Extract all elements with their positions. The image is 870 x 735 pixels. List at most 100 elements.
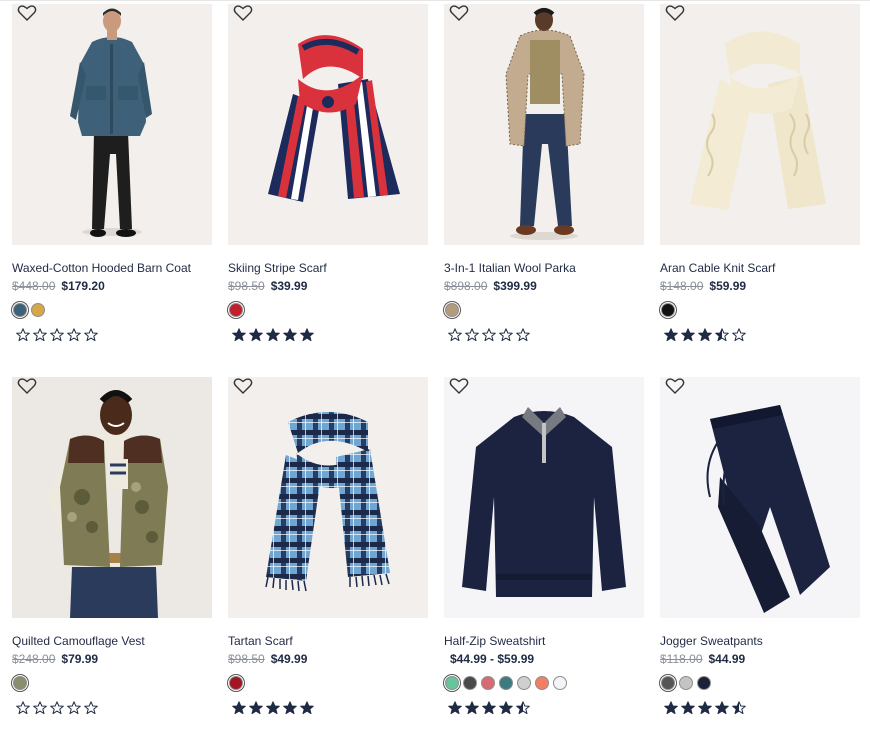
color-swatch[interactable] [679, 676, 693, 690]
product-image[interactable] [228, 4, 428, 245]
color-swatches [12, 676, 212, 692]
star-empty-icon [84, 328, 98, 342]
wishlist-heart-icon[interactable] [17, 377, 37, 395]
star-filled-icon [249, 328, 263, 342]
red-navy-striped-scarf-image [228, 4, 428, 245]
star-empty-icon [465, 328, 479, 342]
color-swatch[interactable] [661, 676, 675, 690]
color-swatch[interactable] [535, 676, 549, 690]
star-empty-icon [16, 328, 30, 342]
product-name[interactable]: Waxed-Cotton Hooded Barn Coat [12, 261, 212, 276]
wishlist-heart-icon[interactable] [449, 377, 469, 395]
color-swatch[interactable] [445, 303, 459, 317]
product-name[interactable]: Skiing Stripe Scarf [228, 261, 428, 276]
wishlist-heart-icon[interactable] [233, 4, 253, 22]
color-swatch[interactable] [445, 676, 459, 690]
wishlist-heart-icon[interactable] [233, 377, 253, 395]
product-card[interactable]: 3-In-1 Italian Wool Parka $898.00 $399.99 [444, 4, 644, 350]
product-name[interactable]: Tartan Scarf [228, 634, 428, 649]
original-price: $248.00 [12, 652, 56, 666]
wishlist-heart-icon[interactable] [17, 4, 37, 22]
product-image[interactable] [444, 377, 644, 618]
color-swatches [228, 676, 428, 692]
color-swatch[interactable] [463, 676, 477, 690]
product-card[interactable]: Waxed-Cotton Hooded Barn Coat $448.00 $17… [12, 4, 212, 350]
star-filled-icon [300, 328, 314, 342]
star-empty-icon [67, 328, 81, 342]
original-price: $98.50 [228, 279, 265, 293]
navy-jogger-sweatpants-image [660, 377, 860, 618]
wishlist-heart-icon[interactable] [665, 377, 685, 395]
product-price: $898.00 $399.99 [444, 279, 644, 294]
color-swatches [660, 303, 860, 319]
product-card[interactable]: Tartan Scarf $98.50 $49.99 [228, 377, 428, 723]
star-rating [12, 701, 212, 717]
color-swatches [444, 676, 644, 692]
product-card[interactable]: Jogger Sweatpants $118.00 $44.99 [660, 377, 860, 723]
product-image[interactable] [228, 377, 428, 618]
navy-half-zip-sweatshirt-image [444, 377, 644, 618]
product-card[interactable]: Aran Cable Knit Scarf $148.00 $59.99 [660, 4, 860, 350]
product-card[interactable]: Skiing Stripe Scarf $98.50 $39.99 [228, 4, 428, 350]
product-card[interactable]: Quilted Camouflage Vest $248.00 $79.99 [12, 377, 212, 723]
product-name[interactable]: Quilted Camouflage Vest [12, 634, 212, 649]
color-swatch[interactable] [697, 676, 711, 690]
product-image[interactable] [660, 4, 860, 245]
star-filled-icon [482, 701, 496, 715]
product-image[interactable] [12, 4, 212, 245]
star-filled-icon [681, 701, 695, 715]
color-swatch[interactable] [553, 676, 567, 690]
color-swatch[interactable] [517, 676, 531, 690]
star-half-icon [516, 701, 530, 715]
star-empty-icon [16, 701, 30, 715]
wishlist-heart-icon[interactable] [665, 4, 685, 22]
star-half-icon [732, 701, 746, 715]
star-filled-icon [681, 328, 695, 342]
star-filled-icon [664, 328, 678, 342]
product-price: $148.00 $59.99 [660, 279, 860, 294]
sale-price: $44.99 - $59.99 [450, 652, 535, 666]
color-swatches [444, 303, 644, 319]
color-swatch[interactable] [481, 676, 495, 690]
star-filled-icon [266, 328, 280, 342]
sale-price: $49.99 [270, 652, 308, 666]
product-image[interactable] [660, 377, 860, 618]
original-price: $148.00 [660, 279, 704, 293]
wishlist-heart-icon[interactable] [449, 4, 469, 22]
original-price: $118.00 [660, 652, 703, 666]
star-rating [444, 701, 644, 717]
star-rating [12, 328, 212, 344]
product-price: $98.50 $39.99 [228, 279, 428, 294]
color-swatch[interactable] [13, 303, 27, 317]
man-in-teal-barn-coat-image [12, 4, 212, 245]
product-image[interactable] [444, 4, 644, 245]
original-price: $448.00 [12, 279, 56, 293]
product-card[interactable]: Half-Zip Sweatshirt $44.99 - $59.99 [444, 377, 644, 723]
product-name[interactable]: Jogger Sweatpants [660, 634, 860, 649]
color-swatch[interactable] [229, 676, 243, 690]
product-price: $118.00 $44.99 [660, 652, 860, 667]
star-empty-icon [50, 701, 64, 715]
color-swatch[interactable] [31, 303, 45, 317]
color-swatch[interactable] [661, 303, 675, 317]
cream-cable-knit-scarf-image [660, 4, 860, 245]
star-filled-icon [300, 701, 314, 715]
star-filled-icon [698, 328, 712, 342]
product-image[interactable] [12, 377, 212, 618]
star-filled-icon [465, 701, 479, 715]
star-filled-icon [283, 328, 297, 342]
color-swatch[interactable] [13, 676, 27, 690]
original-price: $98.50 [228, 652, 265, 666]
sale-price: $179.20 [61, 279, 105, 293]
star-empty-icon [448, 328, 462, 342]
sale-price: $44.99 [708, 652, 746, 666]
star-rating [444, 328, 644, 344]
star-filled-icon [698, 701, 712, 715]
product-name[interactable]: Half-Zip Sweatshirt [444, 634, 644, 649]
star-empty-icon [67, 701, 81, 715]
product-name[interactable]: 3-In-1 Italian Wool Parka [444, 261, 644, 276]
product-name[interactable]: Aran Cable Knit Scarf [660, 261, 860, 276]
color-swatch[interactable] [229, 303, 243, 317]
color-swatch[interactable] [499, 676, 513, 690]
original-price: $898.00 [444, 279, 488, 293]
